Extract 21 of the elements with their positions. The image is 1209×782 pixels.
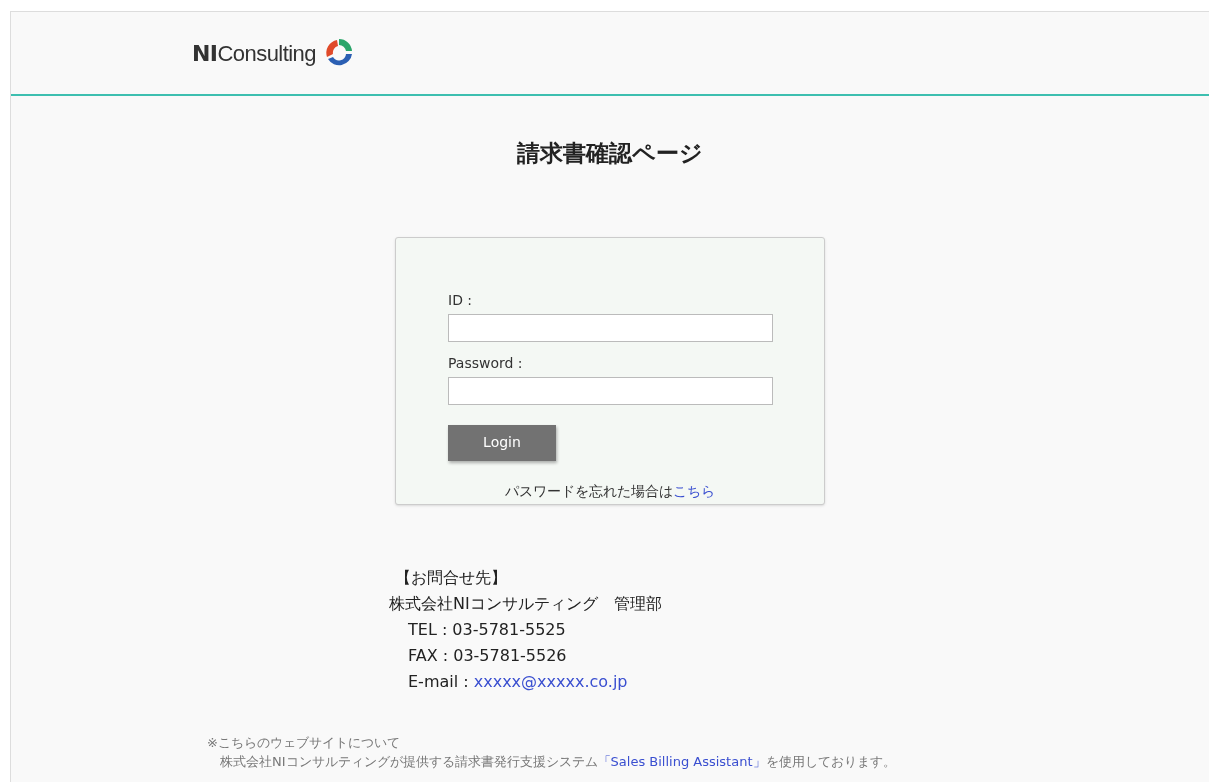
forgot-password-text: パスワードを忘れた場合は bbox=[505, 481, 673, 501]
note-heading: ※こちらのウェブサイトについて bbox=[207, 733, 401, 752]
note-text-end: を使用しております。 bbox=[765, 752, 896, 771]
company-name: 株式会社NIコンサルティング 管理部 bbox=[389, 592, 663, 615]
contact-label: TEL : bbox=[408, 618, 449, 641]
contact-label: E-mail : bbox=[408, 670, 470, 693]
note-text: 株式会社NIコンサルティングが提供する請求書発行支援システム bbox=[220, 752, 598, 771]
email-link[interactable]: xxxxx@xxxxx.co.jp bbox=[473, 668, 628, 695]
input-field[interactable] bbox=[448, 313, 773, 342]
field-label: Password : bbox=[448, 353, 524, 373]
system-link[interactable]: 「Sales Billing Assistant」 bbox=[597, 751, 766, 771]
contact-label: FAX : bbox=[408, 644, 450, 667]
input-field[interactable] bbox=[448, 376, 773, 405]
logo-text: NIConsulting bbox=[192, 39, 316, 68]
contact-heading: 【お問合せ先】 bbox=[395, 566, 508, 589]
forgot-password-link[interactable]: こちら bbox=[673, 480, 715, 502]
contact-value: 03-5781-5525 bbox=[452, 618, 566, 641]
contact-value: 03-5781-5526 bbox=[453, 644, 567, 667]
login-button[interactable]: Login bbox=[448, 424, 556, 461]
field-label: ID : bbox=[448, 290, 474, 310]
page-title: 請求書確認ページ bbox=[517, 139, 703, 168]
